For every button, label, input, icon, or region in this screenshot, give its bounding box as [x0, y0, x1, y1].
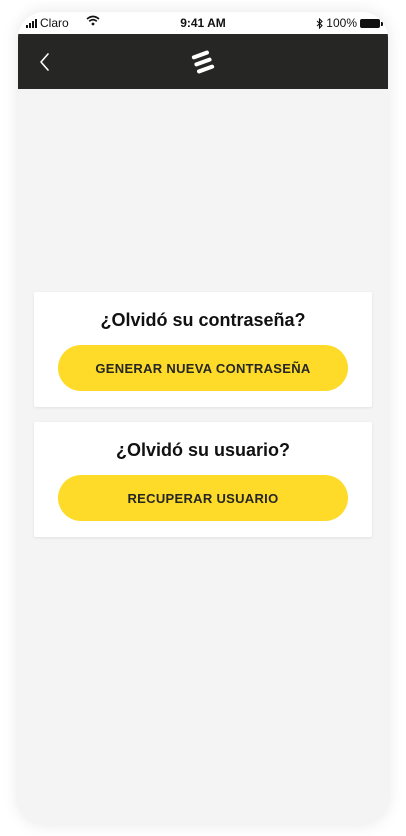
- status-bar: Claro 9:41 AM 100%: [18, 12, 388, 34]
- phone-screen: Claro 9:41 AM 100% ¿Olvidó su contraseña…: [18, 12, 388, 824]
- recover-user-button[interactable]: RECUPERAR USUARIO: [58, 475, 348, 521]
- recover-user-title: ¿Olvidó su usuario?: [115, 440, 290, 460]
- status-right: 100%: [316, 16, 383, 30]
- generate-new-password-button[interactable]: GENERAR NUEVA CONTRASEÑA: [58, 345, 348, 391]
- recover-password-card: ¿Olvidó su contraseña? GENERAR NUEVA CON…: [34, 292, 372, 407]
- battery-icon: [360, 18, 383, 28]
- recover-user-card: ¿Olvidó su usuario? RECUPERAR USUARIO: [34, 422, 372, 537]
- brand-logo-icon: [191, 50, 215, 74]
- battery-label: 100%: [326, 16, 357, 30]
- recover-password-title: ¿Olvidó su contraseña?: [100, 310, 306, 330]
- nav-bar: [18, 34, 388, 89]
- bluetooth-icon: [316, 17, 324, 29]
- chevron-left-icon[interactable]: [36, 51, 56, 73]
